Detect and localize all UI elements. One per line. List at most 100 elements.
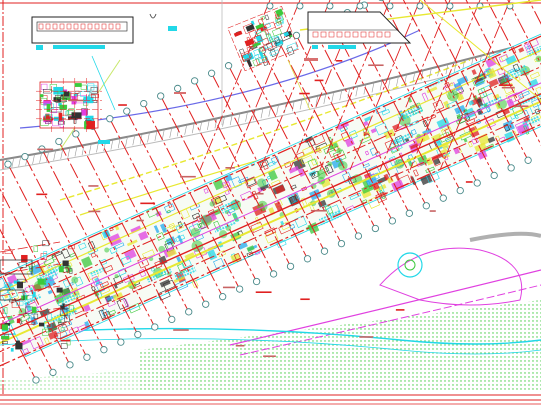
annotation-mark — [254, 192, 264, 195]
inset-room — [39, 94, 44, 98]
title-block-bar — [328, 45, 356, 49]
inset-room — [74, 83, 82, 87]
arc-tick — [147, 132, 150, 143]
title-block-top-left — [31, 16, 134, 50]
arc-tick — [11, 157, 15, 168]
arc-tick — [169, 127, 173, 138]
inset-room — [53, 86, 64, 95]
axis-marker-bottom — [83, 353, 91, 361]
arc-tick — [184, 124, 187, 135]
axis-marker-top — [296, 2, 304, 10]
inset-room — [276, 17, 282, 25]
axis-marker-bottom — [117, 338, 125, 346]
axis-marker-top — [378, 0, 384, 2]
arc-tick — [222, 116, 225, 127]
arc-tick — [245, 111, 248, 122]
annotation-mark — [336, 60, 343, 62]
axis-marker-bottom — [252, 277, 261, 286]
arc-tick — [162, 129, 165, 140]
annotation-mark — [310, 209, 327, 212]
arc-tick — [32, 154, 35, 165]
annotation-mark — [514, 105, 529, 108]
axis-marker-bottom — [388, 217, 397, 225]
arc-tick — [453, 61, 457, 73]
arc-tick — [339, 90, 343, 101]
arc-tick — [284, 102, 287, 114]
roundabout-cyan — [397, 252, 423, 278]
annotation-mark — [88, 210, 101, 213]
axis-marker-bottom — [320, 247, 329, 255]
arc-tick — [53, 150, 56, 161]
axis-marker-top — [190, 77, 199, 85]
axis-marker-bottom — [439, 194, 447, 202]
arc-tick — [117, 138, 121, 149]
arc-tick — [237, 113, 241, 124]
arc-tick — [229, 115, 233, 126]
annotation-mark — [173, 329, 189, 331]
north-arrow-mark — [149, 13, 157, 19]
cad-drawing-canvas — [0, 0, 541, 407]
annotation-tag — [98, 140, 110, 144]
annotation-mark — [498, 84, 513, 86]
annotation-mark — [68, 99, 84, 102]
title-tag-small — [168, 26, 177, 31]
arc-tick — [88, 143, 92, 154]
arc-tick — [379, 80, 383, 91]
cad-site-plan-svg — [0, 0, 541, 405]
axis-marker-bottom — [490, 171, 498, 180]
annotation-mark — [222, 286, 236, 289]
axis-marker-bottom — [456, 186, 464, 195]
axis-marker-bottom — [49, 368, 57, 377]
inset-room — [71, 112, 82, 119]
title-block-bar — [53, 45, 105, 49]
annotation-mark — [359, 336, 374, 338]
axis-marker-top — [224, 62, 233, 70]
axis-marker-top — [446, 2, 454, 10]
axis-marker-bottom — [303, 255, 312, 263]
lower-left-block — [1, 324, 8, 331]
lower-left-block — [16, 281, 23, 289]
arc-tick — [396, 76, 399, 87]
inset-room — [46, 104, 51, 112]
axis-marker-top — [4, 160, 12, 168]
detail-callout-left — [36, 78, 102, 132]
annotation-mark — [37, 148, 54, 151]
axis-marker-bottom — [100, 346, 108, 354]
axis-marker-bottom — [269, 270, 278, 278]
lower-left-block — [60, 305, 65, 309]
lower-left-block — [56, 287, 63, 293]
arc-tick — [331, 91, 335, 103]
lower-left-block — [37, 278, 47, 285]
axis-marker-bottom — [134, 330, 142, 339]
axis-marker-bottom — [32, 376, 40, 384]
inset-room — [286, 46, 295, 56]
axis-marker-bottom — [168, 315, 176, 324]
lower-left-block — [1, 335, 10, 340]
arc-tick — [371, 82, 375, 93]
lower-left-block — [38, 322, 45, 327]
annotation-mark — [235, 344, 245, 347]
lower-left-block — [31, 306, 37, 313]
arc-tick — [74, 146, 78, 157]
axis-marker-bottom — [286, 262, 295, 271]
inset-room — [264, 14, 270, 21]
arc-tick — [260, 108, 264, 119]
arc-tick — [199, 121, 203, 132]
arc-tick — [429, 68, 432, 79]
planting-blob — [114, 274, 119, 279]
arc-tick — [207, 119, 210, 131]
axis-marker-top — [386, 2, 394, 10]
grid-axis-long — [229, 0, 301, 171]
title-block-frame — [307, 11, 412, 44]
lower-left-block — [60, 343, 68, 349]
lower-left-block — [16, 318, 21, 324]
annotation-mark — [136, 219, 144, 222]
annotation-mark — [88, 185, 99, 187]
arc-tick — [355, 86, 359, 97]
title-block-frame — [31, 16, 134, 44]
arc-tick — [323, 93, 327, 104]
axis-marker-bottom — [422, 202, 430, 210]
annotation-mark — [395, 309, 405, 311]
inset-room — [86, 120, 95, 130]
green-lawn-southwest — [0, 370, 140, 392]
